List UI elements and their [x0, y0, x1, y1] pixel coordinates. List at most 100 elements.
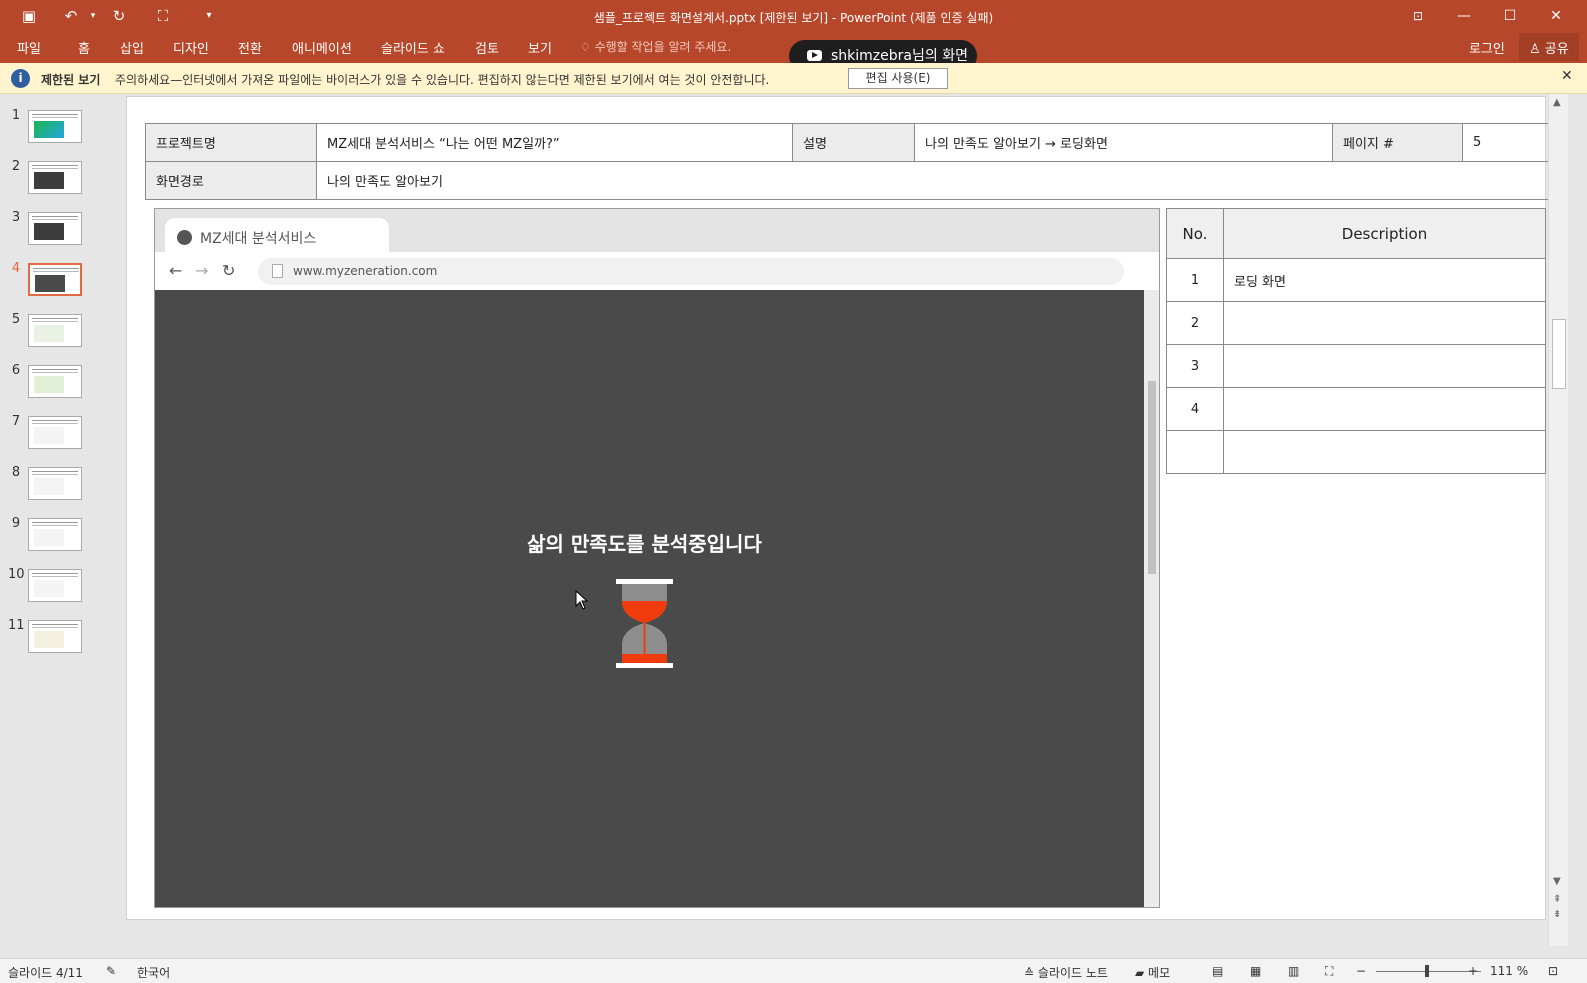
slide-indicator: 슬라이드 4/11 [8, 966, 83, 980]
address-bar: www.myzeneration.com [258, 258, 1124, 285]
window-title: 샘플_프로젝트 화면설계서.pptx [제한된 보기] - PowerPoint… [593, 11, 994, 25]
previous-slide-icon[interactable]: ⇞ [1553, 894, 1561, 905]
row-description [1223, 387, 1546, 431]
slideshow-view-icon[interactable]: ⛶ [1325, 964, 1333, 979]
tab-transitions[interactable]: 전환 [238, 38, 262, 57]
thumbnail-number: 9 [11, 516, 21, 531]
tab-file[interactable]: 파일 [17, 38, 41, 57]
thumbnail-4[interactable]: 4 [0, 261, 106, 312]
scrollbar-thumb[interactable] [1552, 319, 1566, 389]
enable-editing-button[interactable]: 편집 사용(E) [848, 68, 948, 89]
row-description [1223, 344, 1546, 388]
browser-navbar: ← → ↻ www.myzeneration.com [155, 252, 1159, 290]
normal-view-icon[interactable]: ▤ [1212, 964, 1223, 978]
page-icon [272, 264, 283, 278]
col-header-no: No. [1166, 208, 1224, 259]
minimize-button[interactable]: — [1441, 0, 1487, 33]
description-label: 설명 [792, 123, 915, 162]
thumbnail-10[interactable]: 10 [0, 567, 106, 618]
zoom-level[interactable]: 111 % [1490, 964, 1528, 978]
slide-sorter-icon[interactable]: ▦ [1250, 964, 1261, 978]
next-slide-icon[interactable]: ⇟ [1553, 909, 1561, 920]
thumbnail-image[interactable] [28, 518, 82, 551]
share-button[interactable]: ♙ 공유 [1519, 33, 1579, 61]
row-description [1223, 430, 1546, 474]
comments-button[interactable]: ▰ 메모 [1135, 964, 1170, 981]
reload-icon: ↻ [222, 261, 236, 280]
screen-share-label: shkimzebra님의 화면 [831, 48, 968, 64]
thumbnail-11[interactable]: 11 [0, 618, 106, 669]
thumbnail-number: 4 [11, 261, 21, 276]
project-name-label: 프로젝트명 [145, 123, 317, 162]
tell-me-text: 수행할 작업을 알려 주세요. [594, 40, 732, 54]
thumbnail-number: 2 [11, 159, 21, 174]
zoom-in-icon[interactable]: + [1468, 964, 1478, 978]
mouse-cursor-icon [575, 590, 589, 610]
row-description [1223, 301, 1546, 345]
thumbnail-image[interactable] [28, 365, 82, 398]
globe-icon [177, 230, 192, 245]
thumbnail-9[interactable]: 9 [0, 516, 106, 567]
project-header-table: 프로젝트명 MZ세대 분석서비스 “나는 어떤 MZ일까?” 설명 나의 만족도… [145, 123, 1553, 200]
project-name-value: MZ세대 분석서비스 “나는 어떤 MZ일까?” [316, 123, 793, 162]
thumbnail-2[interactable]: 2 [0, 159, 106, 210]
browser-viewport: 삶의 만족도를 분석중입니다 [155, 290, 1144, 907]
thumbnail-6[interactable]: 6 [0, 363, 106, 414]
table-row: 4 [1166, 387, 1546, 431]
tab-design[interactable]: 디자인 [173, 38, 209, 57]
browser-scrollbar [1144, 290, 1159, 907]
notes-label: 슬라이드 노트 [1037, 966, 1108, 980]
thumbnail-7[interactable]: 7 [0, 414, 106, 465]
thumbnail-number: 11 [8, 618, 25, 633]
slide-scrollbar[interactable]: ▲ ▼ ⇞ ⇟ [1548, 94, 1568, 946]
tab-review[interactable]: 검토 [475, 38, 499, 57]
table-row: 3 [1166, 344, 1546, 388]
zoom-out-icon[interactable]: − [1356, 964, 1366, 978]
notes-button[interactable]: ≙ 슬라이드 노트 [1024, 964, 1108, 981]
row-number: 4 [1166, 387, 1224, 431]
tab-slideshow[interactable]: 슬라이드 쇼 [381, 38, 445, 57]
notes-icon: ≙ [1024, 966, 1038, 980]
thumbnail-image[interactable] [28, 416, 82, 449]
thumbnail-image[interactable] [28, 569, 82, 602]
reading-view-icon[interactable]: ▥ [1288, 964, 1299, 978]
table-row: 1 로딩 화면 [1166, 258, 1546, 302]
page-number-value: 5 [1462, 123, 1553, 162]
thumbnail-image[interactable] [28, 212, 82, 245]
language-indicator[interactable]: 한국어 [137, 964, 170, 981]
thumbnail-3[interactable]: 3 [0, 210, 106, 261]
close-infobar-icon[interactable]: ✕ [1561, 68, 1573, 84]
fit-to-window-icon[interactable]: ⊡ [1548, 964, 1558, 978]
maximize-button[interactable]: ☐ [1487, 0, 1533, 33]
thumbnail-image[interactable] [28, 161, 82, 194]
comments-label: 메모 [1148, 966, 1171, 980]
tab-animations[interactable]: 애니메이션 [292, 38, 352, 57]
status-bar: 슬라이드 4/11 ✎ 한국어 ≙ 슬라이드 노트 ▰ 메모 ▤ ▦ ▥ ⛶ −… [0, 958, 1587, 983]
ribbon-display-options-icon[interactable]: ⊡ [1395, 0, 1441, 33]
tell-me-search[interactable]: ♢ 수행할 작업을 알려 주세요. [580, 38, 731, 55]
tab-home[interactable]: 홈 [78, 38, 90, 57]
tab-insert[interactable]: 삽입 [120, 38, 144, 57]
thumbnail-5[interactable]: 5 [0, 312, 106, 363]
thumbnail-image[interactable] [28, 467, 82, 500]
thumbnail-image-active[interactable] [28, 263, 82, 296]
thumbnail-image[interactable] [28, 314, 82, 347]
screen-path-label: 화면경로 [145, 161, 317, 200]
thumbnail-1[interactable]: 1 [0, 108, 106, 159]
scroll-up-icon[interactable]: ▲ [1553, 97, 1561, 108]
thumbnail-image[interactable] [28, 110, 82, 143]
lightbulb-icon: ♢ [580, 40, 595, 54]
page-number-label: 페이지 # [1332, 123, 1463, 162]
slide-thumbnails-pane: 1 2 3 4 5 6 7 8 9 10 11 [0, 94, 106, 958]
spelling-icon[interactable]: ✎ [106, 964, 116, 978]
login-link[interactable]: 로그인 [1469, 38, 1505, 57]
tab-view[interactable]: 보기 [528, 38, 552, 57]
hourglass-icon [616, 579, 673, 668]
protected-view-title: 제한된 보기 [41, 73, 101, 87]
zoom-slider-knob[interactable] [1425, 965, 1429, 977]
close-button[interactable]: ✕ [1533, 0, 1579, 33]
thumbnail-8[interactable]: 8 [0, 465, 106, 516]
scroll-down-icon[interactable]: ▼ [1553, 876, 1561, 887]
thumbnail-image[interactable] [28, 620, 82, 653]
person-icon: ♙ [1529, 42, 1545, 57]
